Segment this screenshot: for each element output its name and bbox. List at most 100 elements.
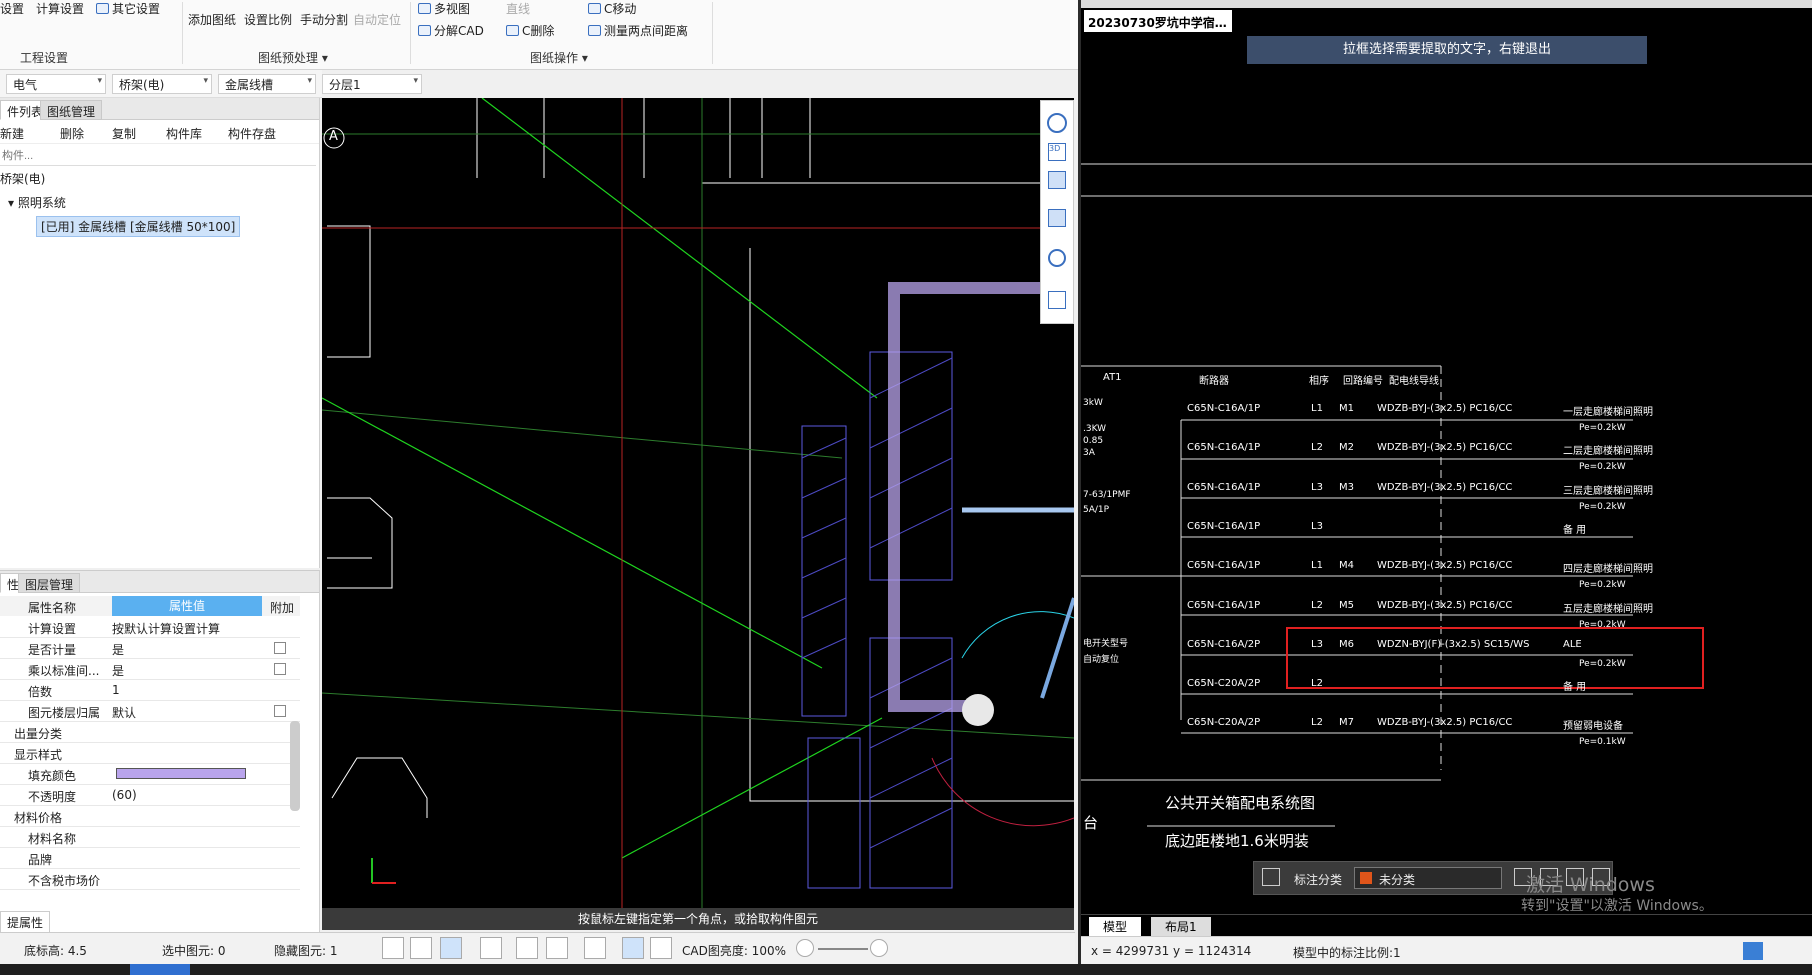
multi-view-button[interactable]: 多视图 bbox=[418, 0, 470, 17]
layer-list-icon[interactable] bbox=[1048, 291, 1066, 309]
cad-circuit: M6 bbox=[1339, 638, 1354, 650]
fill-color-swatch[interactable] bbox=[116, 768, 246, 779]
cad-status-bar: x = 4299731 y = 1124314 模型中的标注比例:1 bbox=[1081, 936, 1812, 964]
prop-value[interactable]: (60) bbox=[112, 788, 137, 802]
cad-note: 3A bbox=[1083, 448, 1095, 458]
prop-row[interactable]: 不透明度 (60) bbox=[0, 785, 300, 806]
prop-value[interactable]: 1 bbox=[112, 683, 120, 697]
tree-item-tray[interactable]: 桥架(电) bbox=[0, 170, 45, 187]
hidden-count: 隐藏图元: 1 bbox=[274, 944, 338, 958]
tab-layout1[interactable]: 布局1 bbox=[1151, 917, 1211, 936]
delete-button[interactable]: 删除 bbox=[60, 125, 84, 142]
attach-checkbox[interactable] bbox=[274, 642, 286, 654]
view-cube-icon[interactable] bbox=[1048, 209, 1066, 227]
prop-row[interactable]: 材料名称 bbox=[0, 827, 300, 848]
cad-load-power: Pe=0.2kW bbox=[1579, 462, 1626, 473]
prop-row[interactable]: 品牌 bbox=[0, 848, 300, 869]
zoom-out-icon[interactable] bbox=[796, 939, 814, 957]
cad-load-power: Pe=0.2kW bbox=[1579, 501, 1626, 512]
cad-header: 回路编号 bbox=[1343, 376, 1383, 387]
set-scale-button[interactable]: 设置比例 bbox=[244, 11, 292, 28]
prop-row[interactable]: 倍数 1 bbox=[0, 680, 300, 701]
tree-item-lighting[interactable]: ▾ 照明系统 bbox=[8, 194, 66, 211]
category-select[interactable]: 未分类 bbox=[1354, 867, 1502, 889]
grid-icon[interactable] bbox=[1262, 868, 1280, 886]
props-scrollbar[interactable] bbox=[290, 721, 300, 811]
settings-button[interactable]: 设置 bbox=[0, 0, 24, 17]
prop-row[interactable]: 显示样式 bbox=[0, 743, 300, 764]
activation-watermark-sub: 转到"设置"以激活 Windows。 bbox=[1521, 898, 1713, 914]
tab-layer-management[interactable]: 图层管理 bbox=[18, 573, 81, 593]
discipline-select[interactable]: 电气 bbox=[6, 74, 106, 94]
layer-select[interactable]: 分层1 bbox=[322, 74, 422, 94]
save-component-button[interactable]: 构件存盘 bbox=[228, 125, 276, 142]
prop-value[interactable]: 是 bbox=[112, 641, 124, 658]
copy-button[interactable]: 复制 bbox=[112, 125, 136, 142]
attach-checkbox[interactable] bbox=[274, 705, 286, 717]
cad-circuit: M7 bbox=[1339, 717, 1354, 729]
ortho-icon[interactable] bbox=[410, 937, 432, 959]
cad-phase: L1 bbox=[1311, 403, 1323, 414]
tab-drawing-management[interactable]: 图纸管理 bbox=[40, 100, 103, 120]
prop-row[interactable]: 材料价格 bbox=[0, 806, 300, 827]
group-preprocess[interactable]: 图纸预处理 ▾ bbox=[258, 49, 328, 66]
prop-row[interactable]: 乘以标准间... 是 bbox=[0, 659, 300, 680]
prop-row[interactable]: 填充颜色 bbox=[0, 764, 300, 785]
drawing-canvas[interactable]: A 按鼠标左键指定第一个角点，或拾取构件图元 bbox=[322, 98, 1074, 930]
tree-item-metal-trunking[interactable]: [已用] 金属线槽 [金属线槽 50*100] bbox=[36, 216, 241, 237]
explode-icon bbox=[418, 25, 431, 36]
c-move-button[interactable]: C移动 bbox=[588, 0, 636, 17]
prop-value[interactable]: 默认 bbox=[112, 704, 136, 721]
cross-icon[interactable] bbox=[516, 937, 538, 959]
group-project-settings: 工程设置 bbox=[20, 51, 69, 65]
prop-row[interactable]: 出量分类 bbox=[0, 722, 300, 743]
base-height: 底标高: 4.5 bbox=[24, 944, 87, 958]
line-button[interactable]: 直线 bbox=[506, 0, 530, 17]
layer-display-icon[interactable] bbox=[622, 937, 644, 959]
prop-row[interactable]: 计算设置 按默认计算设置计算 bbox=[0, 617, 300, 638]
prop-value[interactable]: 按默认计算设置计算 bbox=[112, 620, 220, 637]
angle-icon[interactable] bbox=[546, 937, 568, 959]
tab-model[interactable]: 模型 bbox=[1089, 917, 1142, 936]
cad-phase: L2 bbox=[1311, 599, 1323, 611]
curve-icon[interactable] bbox=[650, 937, 672, 959]
cube-icon[interactable] bbox=[1048, 171, 1066, 189]
prop-row[interactable]: 图元楼层归属 默认 bbox=[0, 701, 300, 722]
layout-tabs: 模型 布局1 bbox=[1081, 914, 1812, 936]
status-bar: 底标高: 4.5 选中图元: 0 隐藏图元: 1 CAD图亮度: 100% bbox=[0, 932, 1075, 964]
group-drawing-ops[interactable]: 图纸操作 ▾ bbox=[530, 49, 588, 66]
component-search-input[interactable] bbox=[0, 146, 316, 166]
3d-box-icon[interactable] bbox=[480, 937, 502, 959]
component-select[interactable]: 金属线槽 bbox=[218, 74, 316, 94]
cad-note: 3kW bbox=[1083, 398, 1103, 408]
col-attach: 附加 bbox=[270, 601, 295, 615]
component-list-panel: 件列表 图纸管理 新建 删除 复制 构件库 构件存盘 桥架(电) ▾ 照明系统 … bbox=[0, 98, 320, 568]
model-space-icon[interactable] bbox=[1743, 942, 1763, 960]
prop-row[interactable]: 是否计量 是 bbox=[0, 638, 300, 659]
c-delete-button[interactable]: C删除 bbox=[506, 22, 554, 39]
attach-checkbox[interactable] bbox=[274, 663, 286, 675]
other-settings-button[interactable]: 其它设置 bbox=[96, 0, 160, 17]
calc-settings-button[interactable]: 计算设置 bbox=[36, 0, 84, 17]
library-button[interactable]: 构件库 bbox=[166, 125, 202, 142]
tab-extract-properties[interactable]: 提属性 bbox=[0, 911, 51, 934]
add-drawing-button[interactable]: 添加图纸 bbox=[188, 11, 236, 28]
prop-value[interactable]: 是 bbox=[112, 662, 124, 679]
brightness-slider[interactable] bbox=[818, 948, 868, 950]
measure-distance-button[interactable]: 测量两点间距离 bbox=[588, 22, 688, 39]
zoom-in-icon[interactable] bbox=[870, 939, 888, 957]
manual-split-button[interactable]: 手动分割 bbox=[300, 11, 348, 28]
move-icon bbox=[588, 3, 601, 14]
explode-cad-button[interactable]: 分解CAD bbox=[418, 22, 484, 39]
select-box-icon[interactable] bbox=[440, 937, 462, 959]
grid-snap-icon[interactable] bbox=[382, 937, 404, 959]
type-select[interactable]: 桥架(电) bbox=[112, 74, 212, 94]
3d-view-icon[interactable]: 3D bbox=[1048, 143, 1066, 161]
prop-row[interactable]: 不含税市场价 bbox=[0, 869, 300, 890]
snap-icon[interactable] bbox=[584, 937, 606, 959]
auto-locate-button[interactable]: 自动定位 bbox=[353, 11, 401, 28]
new-button[interactable]: 新建 bbox=[0, 125, 24, 142]
orbit-icon[interactable] bbox=[1047, 113, 1067, 133]
rotate-icon[interactable] bbox=[1048, 249, 1066, 267]
cad-phase: L3 bbox=[1311, 481, 1323, 493]
